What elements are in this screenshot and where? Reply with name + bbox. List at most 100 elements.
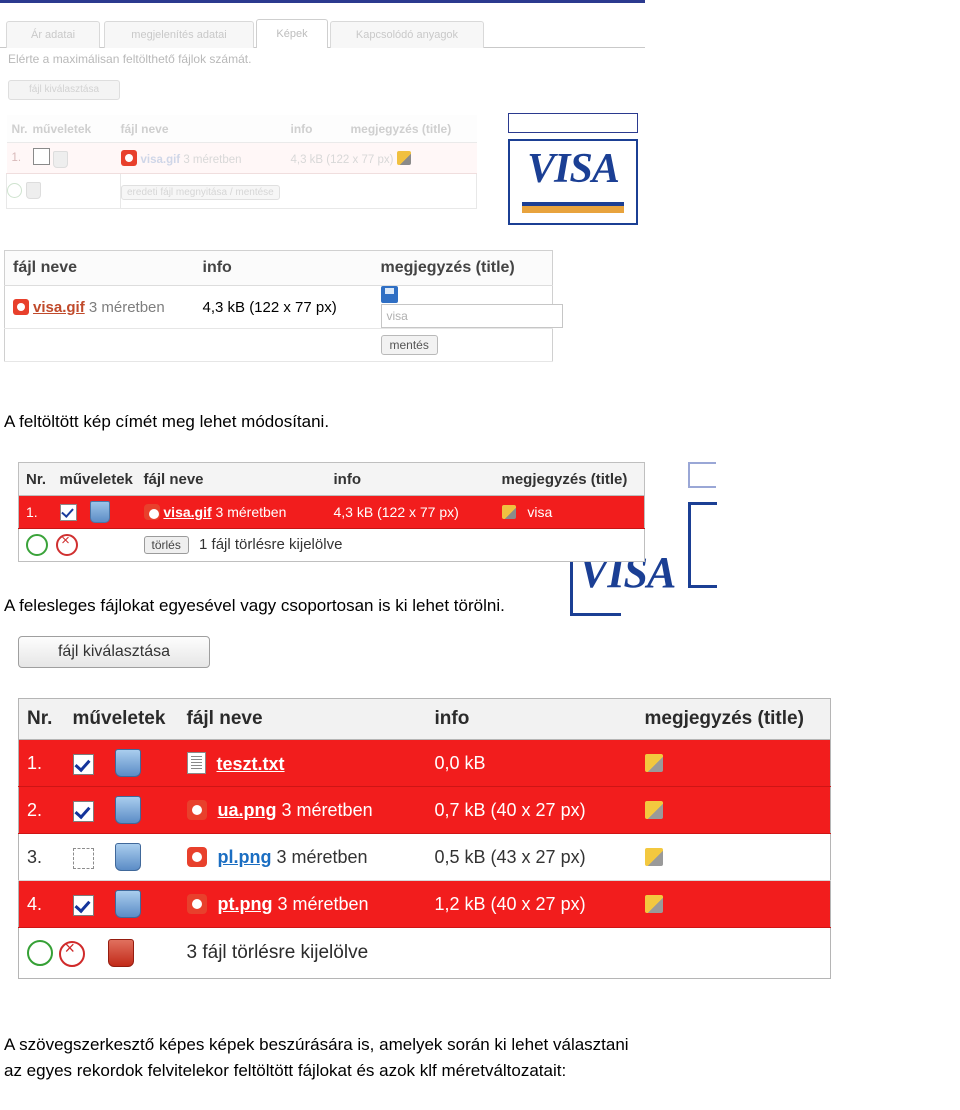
pencil-icon[interactable] xyxy=(501,505,516,519)
pencil-icon[interactable] xyxy=(644,847,663,866)
tab-ar-adatai[interactable]: Ár adatai xyxy=(6,21,100,48)
col-muveletek: műveletek xyxy=(64,698,179,740)
row-nr: 1. xyxy=(18,739,65,787)
delete-bin-icon[interactable] xyxy=(90,501,111,523)
select-checkbox[interactable] xyxy=(72,801,94,822)
col-fajl-neve: fájl neve xyxy=(136,462,327,496)
col-megjegyzes: megjegyzés (title) xyxy=(636,698,831,740)
pencil-icon[interactable] xyxy=(644,894,663,913)
delete-bin-icon[interactable] xyxy=(114,796,141,824)
row-info: 0,7 kB (40 x 27 px) xyxy=(426,786,637,834)
row-filename[interactable]: teszt.txt xyxy=(217,754,285,774)
row-filename[interactable]: visa.gif xyxy=(163,504,211,520)
row-sizes: 3 méretben xyxy=(276,846,368,867)
row-sizes: 3 méretben xyxy=(277,893,369,914)
cancel-icon[interactable] xyxy=(56,532,79,556)
delete-bin-icon[interactable] xyxy=(107,939,134,967)
visa-logo-box-edge xyxy=(688,502,717,588)
table-row: 2. ua.png 3 méretben 0,7 kB (40 x 27 px) xyxy=(18,786,831,834)
pencil-icon[interactable] xyxy=(396,150,411,165)
cancel-icon[interactable] xyxy=(58,938,85,967)
table-header-row: Nr. műveletek fájl neve info megjegyzés … xyxy=(18,698,831,740)
row-nr: 1. xyxy=(6,142,33,174)
footer-actions[interactable] xyxy=(6,173,121,209)
row-info: 1,2 kB (40 x 27 px) xyxy=(426,880,637,928)
row-sizes: 3 méretben xyxy=(183,154,242,166)
col-info: info xyxy=(426,698,637,740)
save-disk-icon[interactable] xyxy=(380,286,398,303)
col-fajl-neve: fájl neve xyxy=(178,698,427,740)
table-footer-row: eredeti fájl megnyitása / mentése xyxy=(6,173,477,209)
footer-link-cell[interactable]: eredeti fájl megnyitása / mentése xyxy=(120,173,477,209)
row-actions[interactable] xyxy=(32,142,121,174)
row-filename-cell: visa.gif 3 méretben xyxy=(136,495,327,529)
image-file-icon xyxy=(186,893,207,914)
trash-icon[interactable] xyxy=(52,150,68,168)
footer-status: 3 fájl törlésre kijelölve xyxy=(178,927,831,979)
col-megjegyzes: megjegyzés (title) xyxy=(350,115,477,143)
empty-cell-2 xyxy=(194,328,373,362)
pencil-icon[interactable] xyxy=(644,800,663,819)
refresh-icon[interactable] xyxy=(27,940,53,966)
tab-kepek[interactable]: Képek xyxy=(256,19,328,48)
row-filename[interactable]: visa.gif xyxy=(141,154,181,166)
row-filename[interactable]: visa.gif xyxy=(33,299,85,316)
image-file-icon xyxy=(186,846,207,867)
visa-title-input[interactable] xyxy=(508,113,638,133)
footer-actions[interactable] xyxy=(18,528,137,562)
refresh-icon[interactable] xyxy=(7,183,22,199)
row-filename-cell: pl.png 3 méretben xyxy=(178,833,427,881)
tab-kapcsolodo-anyagok[interactable]: Kapcsolódó anyagok xyxy=(330,21,484,48)
footer-actions[interactable] xyxy=(18,927,65,979)
pencil-icon[interactable] xyxy=(644,753,663,772)
select-checkbox[interactable] xyxy=(72,754,94,775)
row-filename[interactable]: pl.png xyxy=(218,847,272,867)
delete-bin-icon[interactable] xyxy=(114,749,141,777)
row-filename[interactable]: ua.png xyxy=(218,800,277,820)
select-checkbox[interactable] xyxy=(59,504,77,521)
screenshot-multi-delete: Nr. műveletek fájl neve info megjegyzés … xyxy=(18,698,848,1008)
footer-status-cell: törlés 1 fájl törlésre kijelölve xyxy=(136,528,645,562)
delete-bin-icon[interactable] xyxy=(114,843,141,871)
row-title-cell xyxy=(636,833,831,881)
save-button[interactable]: mentés xyxy=(380,335,438,355)
max-files-message: Elérte a maximálisan feltölthető fájlok … xyxy=(8,52,252,66)
select-checkbox[interactable] xyxy=(72,895,94,916)
row-info: 0,0 kB xyxy=(426,739,637,787)
row-actions[interactable] xyxy=(64,880,179,928)
table-row: 1. visa.gif 3 méretben 4,3 kB (122 x 77 … xyxy=(6,142,477,174)
refresh-icon[interactable] xyxy=(26,534,48,556)
title-input[interactable]: visa xyxy=(380,304,563,328)
file-select-button[interactable]: fájl kiválasztása xyxy=(18,636,210,668)
image-file-icon xyxy=(186,799,207,820)
save-row: mentés xyxy=(4,328,553,362)
row-nr: 2. xyxy=(18,786,65,834)
empty-cell-1 xyxy=(4,328,195,362)
file-select-button-faded[interactable]: fájl kiválasztása xyxy=(8,80,120,100)
row-filename-cell: visa.gif 3 méretben xyxy=(4,285,195,329)
row-actions[interactable] xyxy=(52,495,137,529)
col-info: info xyxy=(326,462,495,496)
image-file-icon xyxy=(143,504,160,520)
row-filename[interactable]: pt.png xyxy=(218,894,273,914)
delete-bin-icon[interactable] xyxy=(114,890,141,918)
screenshot-delete-single: Nr. műveletek fájl neve info megjegyzés … xyxy=(18,462,718,582)
tab-megjelenites-adatai[interactable]: megjelenítés adatai xyxy=(104,21,254,48)
select-checkbox[interactable] xyxy=(72,848,94,869)
col-info: info xyxy=(290,115,351,143)
save-cell[interactable]: mentés xyxy=(372,328,553,362)
caption-line-2: az egyes rekordok felvitelekor feltöltöt… xyxy=(4,1061,567,1080)
trash-icon[interactable] xyxy=(26,182,42,200)
footer-cancel[interactable] xyxy=(58,927,179,979)
row-actions[interactable] xyxy=(64,833,179,881)
row-actions[interactable] xyxy=(64,786,179,834)
row-actions[interactable] xyxy=(64,739,179,787)
row-filename-cell: ua.png 3 méretben xyxy=(178,786,427,834)
delete-button[interactable]: törlés xyxy=(143,536,189,554)
screenshot-edit-title: fájl neve info megjegyzés (title) visa.g… xyxy=(4,250,676,616)
row-nr: 3. xyxy=(18,833,65,881)
open-original-link[interactable]: eredeti fájl megnyitása / mentése xyxy=(121,185,280,200)
col-nr: Nr. xyxy=(6,115,33,143)
row-title-cell: visa xyxy=(494,495,645,529)
select-checkbox[interactable] xyxy=(32,148,50,166)
